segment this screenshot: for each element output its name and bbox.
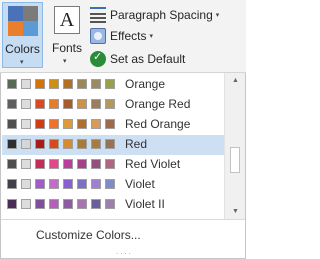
color-swatch <box>91 199 101 209</box>
checkmark-icon <box>90 50 106 67</box>
color-swatch <box>35 99 45 109</box>
effects-label: Effects <box>110 29 147 43</box>
color-scheme-label: Red Violet <box>125 157 181 171</box>
customize-colors-item[interactable]: Customize Colors... <box>36 228 141 242</box>
fonts-label: Fonts <box>51 41 82 55</box>
divider <box>1 219 245 220</box>
color-scheme-label: Orange Red <box>125 97 191 111</box>
color-swatch <box>49 79 59 89</box>
color-swatch <box>91 79 101 89</box>
color-scheme-item[interactable]: Violet II <box>2 195 224 215</box>
colors-label: Colors <box>5 42 40 56</box>
set-as-default-label: Set as Default <box>110 52 186 66</box>
chevron-down-icon: ▾ <box>149 33 153 40</box>
color-swatch <box>7 199 17 209</box>
color-swatch <box>49 179 59 189</box>
color-swatch <box>49 199 59 209</box>
color-swatch <box>77 79 87 89</box>
color-scheme-label: Red Orange <box>125 117 191 131</box>
color-swatch <box>35 179 45 189</box>
color-scheme-item[interactable]: Violet <box>2 175 224 195</box>
colors-dropdown: Orange Orange Red Red Orange Red Red Violet V… <box>0 73 246 259</box>
color-swatch <box>49 159 59 169</box>
color-swatch <box>35 139 45 149</box>
color-swatch <box>77 199 87 209</box>
chevron-down-icon: ▾ <box>63 58 67 65</box>
color-swatch <box>63 99 73 109</box>
color-swatch <box>49 99 59 109</box>
resize-grip-icon[interactable]: .... <box>116 247 133 256</box>
color-swatch <box>77 139 87 149</box>
set-as-default-button[interactable]: Set as Default <box>90 50 185 68</box>
color-scheme-item[interactable]: Red <box>2 135 224 155</box>
color-swatch <box>63 179 73 189</box>
color-swatch <box>105 199 115 209</box>
color-swatch <box>49 119 59 129</box>
color-swatch <box>105 79 115 89</box>
color-swatch <box>105 179 115 189</box>
color-swatch <box>91 179 101 189</box>
color-swatch <box>7 179 17 189</box>
color-scheme-item[interactable]: Orange Red <box>2 95 224 115</box>
color-scheme-label: Violet II <box>125 197 165 211</box>
color-swatch <box>49 139 59 149</box>
paragraph-spacing-label: Paragraph Spacing <box>110 8 213 22</box>
color-swatch <box>35 119 45 129</box>
color-swatch <box>77 179 87 189</box>
color-swatch <box>105 119 115 129</box>
effects-icon <box>90 28 106 44</box>
paragraph-spacing-icon <box>90 7 106 23</box>
color-swatch <box>77 159 87 169</box>
color-swatch <box>63 139 73 149</box>
color-swatch <box>21 199 31 209</box>
color-swatch <box>21 119 31 129</box>
color-swatch <box>21 139 31 149</box>
color-swatch <box>7 139 17 149</box>
color-swatch <box>63 79 73 89</box>
color-swatch <box>21 179 31 189</box>
color-swatch <box>7 119 17 129</box>
color-swatch <box>77 119 87 129</box>
color-scheme-label: Red <box>125 137 148 151</box>
color-swatch <box>91 139 101 149</box>
color-swatch <box>91 159 101 169</box>
color-swatch <box>91 119 101 129</box>
color-swatch <box>35 159 45 169</box>
fonts-button[interactable]: A Fonts ▾ <box>48 2 86 68</box>
scroll-down-icon[interactable]: ▼ <box>225 206 246 218</box>
color-swatch <box>7 159 17 169</box>
scrollbar-thumb[interactable] <box>230 147 240 173</box>
design-ribbon: Colors ▾ A Fonts ▾ Paragraph Spacing ▾ E… <box>0 0 246 73</box>
color-swatch <box>63 159 73 169</box>
scroll-up-icon[interactable]: ▲ <box>225 75 246 87</box>
color-swatch <box>77 99 87 109</box>
chevron-down-icon: ▾ <box>215 12 220 19</box>
color-swatch <box>7 79 17 89</box>
color-scheme-list: Orange Orange Red Red Orange Red Red Violet V… <box>1 73 224 219</box>
color-scheme-item[interactable]: Orange <box>2 75 224 95</box>
scrollbar[interactable]: ▲ ▼ <box>224 73 245 219</box>
chevron-down-icon: ▾ <box>20 59 24 66</box>
color-swatch <box>35 199 45 209</box>
color-swatch <box>91 99 101 109</box>
color-swatch <box>63 199 73 209</box>
color-scheme-label: Violet <box>125 177 155 191</box>
color-swatch <box>21 99 31 109</box>
colors-button[interactable]: Colors ▾ <box>2 2 43 68</box>
effects-button[interactable]: Effects ▾ <box>90 27 153 45</box>
color-swatch <box>7 99 17 109</box>
color-swatch <box>21 79 31 89</box>
color-swatch <box>21 159 31 169</box>
color-swatch <box>35 79 45 89</box>
color-swatch <box>105 159 115 169</box>
color-swatch <box>105 139 115 149</box>
colors-icon <box>8 6 38 36</box>
fonts-icon: A <box>54 6 80 34</box>
color-swatch <box>105 99 115 109</box>
color-scheme-label: Orange <box>125 77 166 91</box>
color-scheme-item[interactable]: Red Orange <box>2 115 224 135</box>
color-swatch <box>63 119 73 129</box>
color-scheme-item[interactable]: Red Violet <box>2 155 224 175</box>
paragraph-spacing-button[interactable]: Paragraph Spacing ▾ <box>90 6 219 24</box>
